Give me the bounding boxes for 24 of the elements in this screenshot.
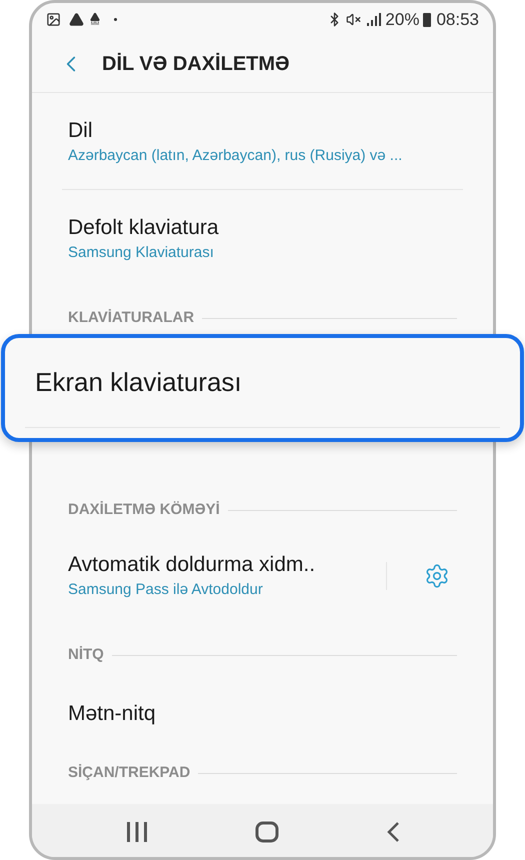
- battery-icon: [423, 12, 432, 26]
- back-icon[interactable]: [386, 820, 400, 842]
- item-title[interactable]: Dil: [68, 116, 457, 144]
- recent-apps-icon[interactable]: [126, 822, 148, 842]
- page-title: DİL VƏ DAXİLETMƏ: [102, 52, 290, 77]
- mute-icon: [346, 12, 362, 27]
- item-subtitle: Azərbaycan (latın, Azərbaycan), rus (Rusiya) və ...: [68, 146, 404, 166]
- signal-icon: [367, 13, 382, 26]
- item-title[interactable]: Avtomatik doldurma xidm..: [68, 551, 386, 579]
- home-icon[interactable]: [254, 820, 278, 842]
- section-header: SİÇAN/TREKPAD: [68, 762, 190, 783]
- section-header: DAXİLETMƏ KÖMƏYİ: [68, 500, 220, 520]
- picture-icon: [46, 12, 61, 27]
- item-subtitle: Samsung Klaviaturası: [68, 242, 215, 262]
- item-title[interactable]: Mətn-nitq: [68, 700, 457, 728]
- clock-time: 08:53: [436, 8, 479, 31]
- callout-label: Ekran klaviaturası: [35, 366, 242, 399]
- item-subtitle: Samsung Pass ilə Avtodoldur: [68, 580, 264, 600]
- settings-icon: [424, 563, 450, 589]
- section-header: NİTQ: [68, 644, 104, 665]
- section-header: KLAVİATURALAR: [68, 308, 194, 328]
- battery-percent: 20%: [385, 8, 420, 31]
- item-title[interactable]: Defolt klaviatura: [68, 214, 457, 242]
- warning-icon: [69, 12, 84, 27]
